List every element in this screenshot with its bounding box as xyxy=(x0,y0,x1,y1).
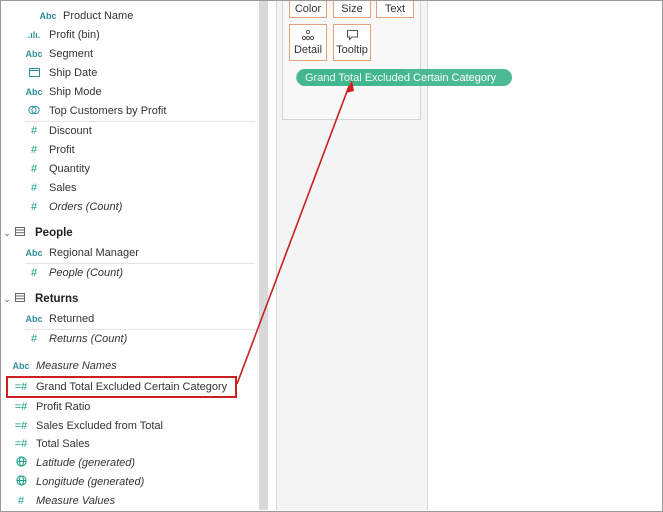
number-icon: # xyxy=(30,163,38,175)
folder-people[interactable]: ⌄ People xyxy=(1,223,73,243)
number-icon: # xyxy=(17,495,25,507)
tooltip-label: Tooltip xyxy=(336,44,368,56)
field-returns-count[interactable]: # Returns (Count) xyxy=(25,330,127,348)
number-icon: # xyxy=(30,125,38,137)
field-measure-values[interactable]: # Measure Values xyxy=(12,492,115,510)
field-total-sales[interactable]: =# Total Sales xyxy=(12,435,90,453)
abc-icon: Abc xyxy=(12,361,30,371)
field-latitude-generated[interactable]: Latitude (generated) xyxy=(12,454,135,472)
number-icon: # xyxy=(30,201,38,213)
field-measure-names[interactable]: Abc Measure Names xyxy=(12,357,116,375)
field-ship-mode[interactable]: Abc Ship Mode xyxy=(25,83,101,101)
field-sales[interactable]: # Sales xyxy=(25,179,77,197)
field-quantity[interactable]: # Quantity xyxy=(25,160,90,178)
number-icon: # xyxy=(30,144,38,156)
field-profit-bin[interactable]: .ılı. Profit (bin) xyxy=(25,26,100,44)
field-sales-excluded-from-total[interactable]: =# Sales Excluded from Total xyxy=(12,417,163,435)
field-segment[interactable]: Abc Segment xyxy=(25,45,93,63)
set-icon xyxy=(25,105,43,117)
color-button[interactable]: Color xyxy=(289,1,327,18)
field-orders-count[interactable]: # Orders (Count) xyxy=(25,198,122,216)
size-button[interactable]: Size xyxy=(333,1,371,18)
abc-icon: Abc xyxy=(39,11,57,21)
gutter xyxy=(268,1,276,510)
field-top-customers-set[interactable]: Top Customers by Profit xyxy=(25,102,166,120)
field-regional-manager[interactable]: Abc Regional Manager xyxy=(25,244,138,262)
drag-pill-label: Grand Total Excluded Certain Category xyxy=(305,71,497,84)
tooltip-button[interactable]: Tooltip xyxy=(333,24,371,61)
table-icon xyxy=(13,227,27,239)
field-profit-ratio[interactable]: =# Profit Ratio xyxy=(12,398,91,416)
calendar-icon xyxy=(25,67,43,79)
speech-bubble-icon xyxy=(334,29,370,41)
detail-dots-icon xyxy=(290,29,326,41)
chevron-down-icon[interactable]: ⌄ xyxy=(1,294,13,305)
dragged-field-pill[interactable]: Grand Total Excluded Certain Category xyxy=(297,69,513,86)
calculated-number-icon: =# xyxy=(14,401,28,413)
number-icon: # xyxy=(30,267,38,279)
chevron-down-icon[interactable]: ⌄ xyxy=(1,228,13,239)
folder-returns[interactable]: ⌄ Returns xyxy=(1,289,78,309)
field-discount[interactable]: # Discount xyxy=(25,122,92,140)
detail-label: Detail xyxy=(293,44,323,56)
number-icon: # xyxy=(30,182,38,194)
abc-icon: Abc xyxy=(25,314,43,324)
pane-splitter[interactable] xyxy=(259,1,268,510)
calculated-number-icon: =# xyxy=(14,420,28,432)
marks-card: Color Size Text Detail Tooltip xyxy=(282,1,421,120)
table-icon xyxy=(13,293,27,305)
field-ship-date[interactable]: Ship Date xyxy=(25,64,97,82)
highlight-box xyxy=(6,376,237,398)
field-product-name[interactable]: Abc Product Name xyxy=(39,7,133,25)
field-profit[interactable]: # Profit xyxy=(25,141,75,159)
calculated-number-icon: =# xyxy=(14,438,28,450)
abc-icon: Abc xyxy=(25,49,43,59)
field-returned[interactable]: Abc Returned xyxy=(25,310,94,328)
abc-icon: Abc xyxy=(25,248,43,258)
text-button[interactable]: Text xyxy=(376,1,414,18)
globe-icon xyxy=(12,456,30,470)
detail-button[interactable]: Detail xyxy=(289,24,327,61)
number-icon: # xyxy=(30,333,38,345)
bin-histogram-icon: .ılı. xyxy=(27,30,41,40)
abc-icon: Abc xyxy=(25,87,43,97)
field-longitude-generated[interactable]: Longitude (generated) xyxy=(12,473,144,491)
globe-icon xyxy=(12,475,30,489)
data-pane: Abc Product Name .ılı. Profit (bin) Abc … xyxy=(1,1,259,510)
field-people-count[interactable]: # People (Count) xyxy=(25,264,123,282)
